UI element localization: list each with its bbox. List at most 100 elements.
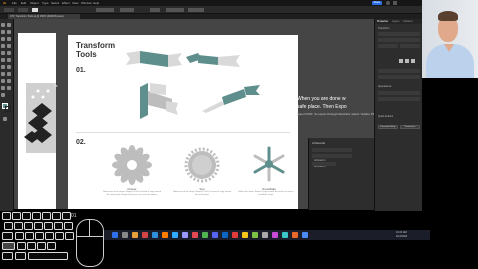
creative-cloud-icon[interactable]: [192, 232, 198, 238]
outlook-icon[interactable]: [222, 232, 228, 238]
ribbon-banner-1: [126, 51, 182, 67]
zoom-tool-icon[interactable]: [1, 93, 5, 97]
line-tool-icon[interactable]: [7, 37, 11, 41]
menu-select[interactable]: Select: [51, 1, 59, 5]
photoshop-icon[interactable]: [172, 232, 178, 238]
search-icon[interactable]: [386, 1, 390, 5]
preferences-button[interactable]: [188, 8, 204, 12]
settings-taskbar-icon[interactable]: [262, 232, 268, 238]
notes-icon[interactable]: [242, 232, 248, 238]
color-swatch[interactable]: [32, 8, 38, 12]
artboard-tool-icon[interactable]: [1, 86, 5, 90]
type-tool-icon[interactable]: [1, 37, 5, 41]
key: [62, 212, 71, 220]
pencil-tool-icon[interactable]: [1, 51, 5, 55]
tab-layers[interactable]: Layers: [392, 20, 400, 24]
artboard-list-item[interactable]: Artboard 2: [312, 154, 352, 168]
file-explorer-icon[interactable]: [132, 232, 138, 238]
edge-icon[interactable]: [152, 232, 158, 238]
mouse-overlay: [76, 219, 104, 267]
workspace-icon[interactable]: [393, 1, 397, 5]
style-dropdown[interactable]: [120, 8, 134, 12]
align-right-icon[interactable]: [411, 59, 415, 63]
notice-line-1: When you are done w: [297, 96, 346, 102]
transform-w-field[interactable]: [378, 44, 398, 48]
webcam-overlay: [422, 0, 478, 78]
transform-y-field[interactable]: [378, 38, 420, 42]
space-key: [28, 252, 68, 260]
chevron-pattern: [24, 83, 56, 153]
hand-tool-icon[interactable]: [7, 86, 11, 90]
app3-icon[interactable]: [282, 232, 288, 238]
menu-effect[interactable]: Effect: [62, 1, 70, 5]
document-setup-button[interactable]: Document Setup: [378, 125, 398, 129]
app4-icon[interactable]: [292, 232, 298, 238]
search-taskbar-icon[interactable]: [122, 232, 128, 238]
rectangle-tool-icon[interactable]: [1, 44, 5, 48]
spotify-icon[interactable]: [202, 232, 208, 238]
transform-x-field[interactable]: [378, 32, 420, 36]
app-icon[interactable]: [252, 232, 258, 238]
clock-date[interactable]: 4/12/2024: [396, 235, 407, 239]
eyedropper-tool-icon[interactable]: [1, 79, 5, 83]
key: [35, 232, 44, 240]
free-transform-tool-icon[interactable]: [7, 65, 11, 69]
opacity-field[interactable]: [150, 8, 160, 12]
align-left-icon[interactable]: [399, 59, 403, 63]
tab-libraries[interactable]: Libraries: [403, 20, 413, 24]
artboard-title-line1: Transform: [76, 41, 116, 50]
direct-selection-tool-icon[interactable]: [7, 23, 11, 27]
snowflake-caption-desc: Reflect the shape. Rotate & copy around …: [238, 191, 294, 196]
rulers-option[interactable]: [378, 69, 420, 73]
tab-properties[interactable]: Properties: [377, 20, 388, 24]
preferences-option[interactable]: [378, 97, 420, 101]
selection-tool-icon[interactable]: [1, 23, 5, 27]
brush-dropdown[interactable]: [96, 8, 114, 12]
start-icon[interactable]: [112, 232, 118, 238]
shape-builder-tool-icon[interactable]: [1, 72, 5, 76]
rotate-tool-icon[interactable]: [1, 58, 5, 62]
width-tool-icon[interactable]: [1, 65, 5, 69]
snap-option[interactable]: [378, 91, 420, 95]
menu-view[interactable]: View: [72, 1, 78, 5]
menu-help[interactable]: Help: [93, 1, 99, 5]
menu-type[interactable]: Type: [42, 1, 49, 5]
teams-icon[interactable]: [212, 232, 218, 238]
stroke-color-swatch[interactable]: [5, 106, 11, 112]
panel-dropdown[interactable]: [312, 162, 336, 166]
pen-tool-icon[interactable]: [1, 30, 5, 34]
preferences-panel-button[interactable]: Preferences: [400, 125, 420, 129]
eraser-tool-icon[interactable]: [7, 51, 11, 55]
gradient-tool-icon[interactable]: [7, 72, 11, 76]
app2-icon[interactable]: [272, 232, 278, 238]
presenter-hair: [438, 11, 458, 21]
share-button[interactable]: Share: [372, 1, 382, 5]
menu-window[interactable]: Window: [81, 1, 92, 5]
mouse-button-divider: [89, 220, 90, 236]
recorder-icon[interactable]: [232, 232, 238, 238]
edit-toolbar-icon[interactable]: [3, 117, 7, 121]
align-center-icon[interactable]: [405, 59, 409, 63]
artboard-list-item[interactable]: Artboard 1: [312, 148, 352, 162]
blend-tool-icon[interactable]: [7, 79, 11, 83]
section-label-02: 02.: [76, 139, 86, 146]
grids-option[interactable]: [378, 75, 420, 79]
premiere-icon[interactable]: [182, 232, 188, 238]
illustrator-icon[interactable]: [162, 232, 168, 238]
sun-shape: [184, 147, 220, 183]
menu-edit[interactable]: Edit: [21, 1, 26, 5]
menu-file[interactable]: File: [12, 1, 17, 5]
fill-swatch[interactable]: [4, 8, 14, 12]
transform-section-label: Transform: [378, 27, 390, 30]
curvature-tool-icon[interactable]: [7, 30, 11, 34]
stroke-swatch[interactable]: [18, 8, 28, 12]
app5-icon[interactable]: [302, 232, 308, 238]
document-setup-button[interactable]: [166, 8, 184, 12]
chrome-icon[interactable]: [142, 232, 148, 238]
scale-tool-icon[interactable]: [7, 58, 11, 62]
menu-object[interactable]: Object: [30, 1, 39, 5]
paintbrush-tool-icon[interactable]: [7, 44, 11, 48]
transform-h-field[interactable]: [400, 44, 420, 48]
panel-tabs: Properties Layers Libraries: [375, 19, 423, 24]
appearance-section-label: Appearance: [378, 85, 392, 88]
